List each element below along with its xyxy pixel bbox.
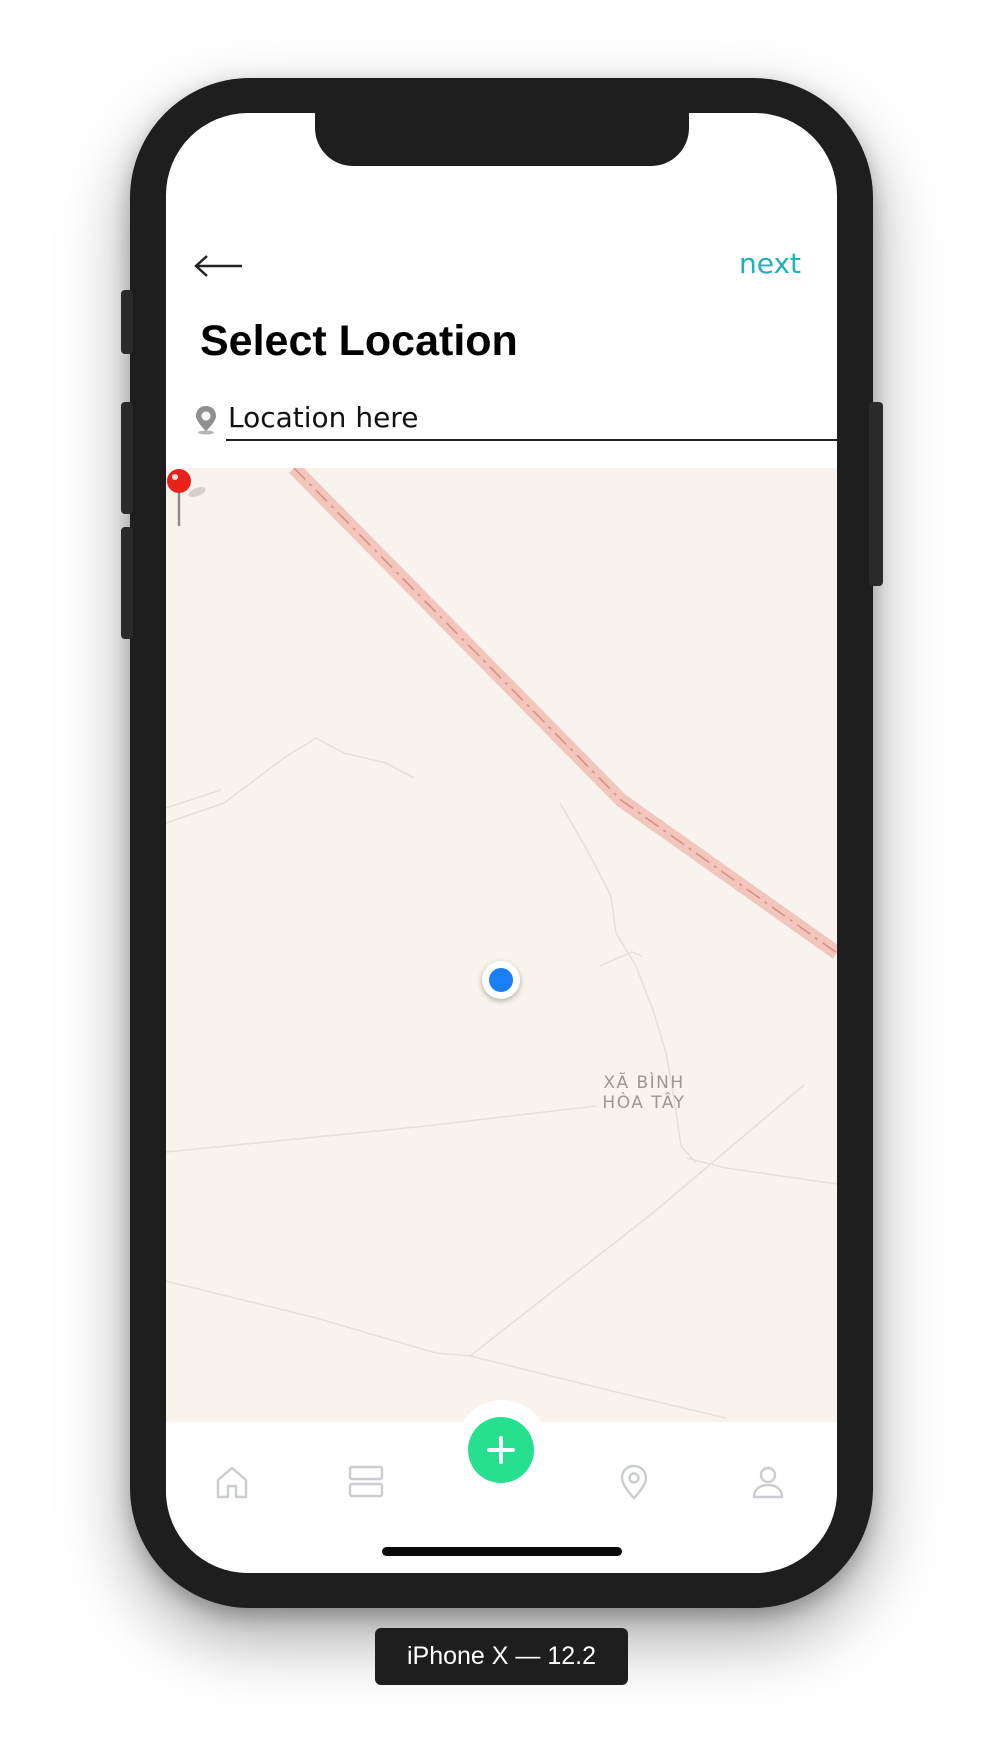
tab-feed[interactable] (346, 1462, 386, 1502)
location-search-input[interactable] (226, 395, 837, 441)
tab-profile[interactable] (748, 1462, 788, 1502)
device-screen: next Select Location XÃ BÌNH (166, 113, 837, 1573)
user-location-dot (482, 961, 520, 999)
add-button[interactable] (468, 1417, 534, 1483)
map-view[interactable]: XÃ BÌNH HÒA TÂY (166, 468, 837, 1422)
add-icon (487, 1436, 515, 1464)
notch (315, 113, 689, 166)
arrow-left-icon (194, 255, 242, 277)
profile-icon (752, 1466, 784, 1499)
home-indicator (382, 1547, 622, 1556)
map-area-label: XÃ BÌNH HÒA TÂY (602, 1073, 686, 1113)
back-button[interactable] (192, 251, 246, 281)
dropped-pin-icon[interactable] (166, 468, 206, 528)
map-pin-icon (196, 406, 216, 435)
mute-switch (121, 290, 133, 354)
location-pin-icon (620, 1464, 648, 1500)
device-caption: iPhone X — 12.2 (375, 1628, 628, 1685)
power-button (869, 402, 883, 586)
map-roads (166, 468, 837, 1419)
feed-icon (348, 1465, 384, 1498)
tab-location[interactable] (614, 1462, 654, 1502)
volume-up-button (121, 402, 133, 514)
tab-home[interactable] (212, 1462, 252, 1502)
home-icon (216, 1466, 248, 1499)
page-title: Select Location (200, 317, 518, 365)
next-button[interactable]: next (739, 247, 801, 280)
volume-down-button (121, 527, 133, 639)
